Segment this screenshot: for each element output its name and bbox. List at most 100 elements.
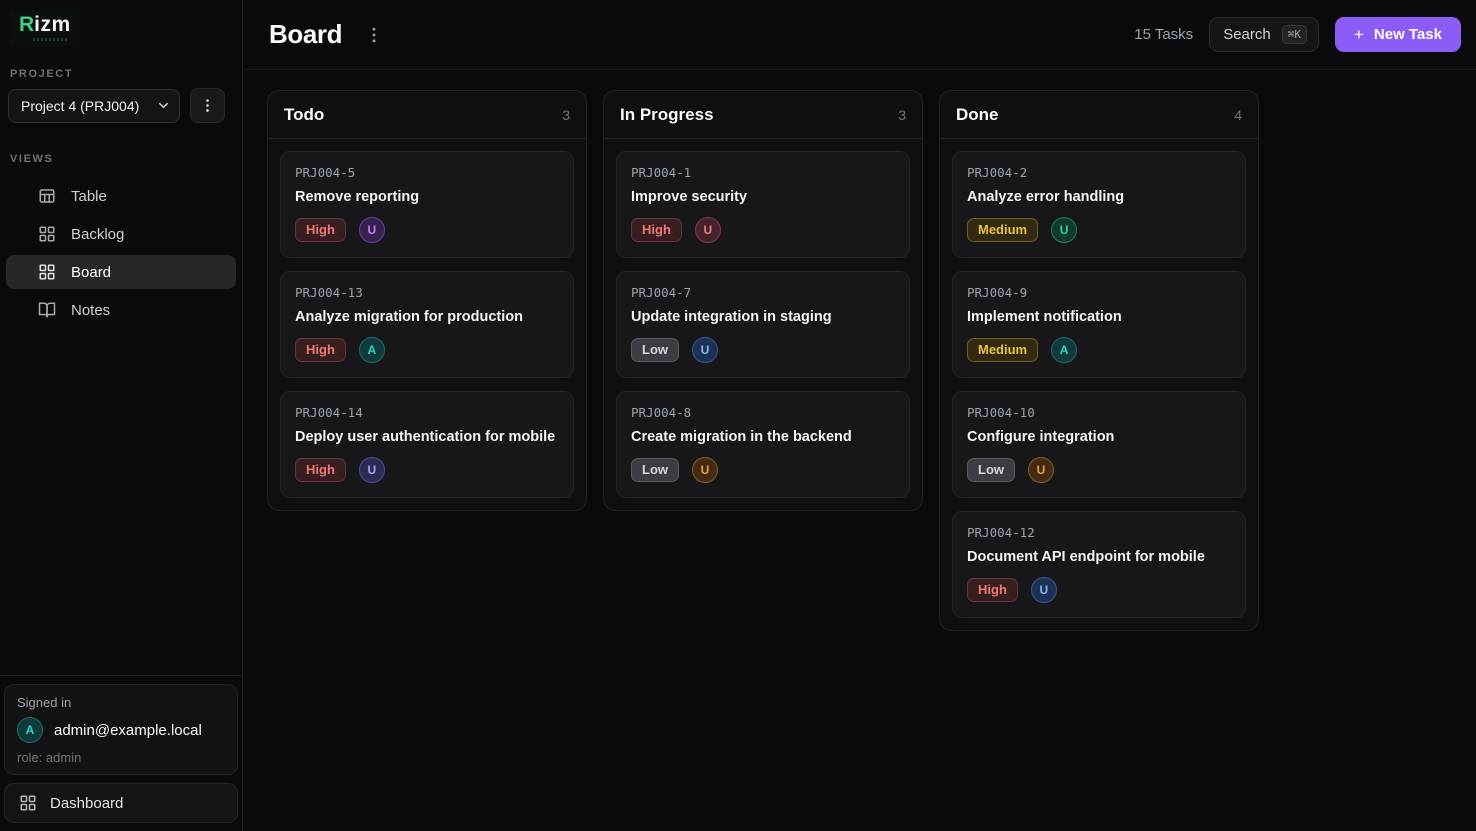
- task-title: Analyze migration for production: [295, 309, 559, 325]
- kebab-icon: [364, 25, 384, 45]
- signed-in-label: Signed in: [17, 695, 225, 710]
- task-card[interactable]: PRJ004-9 Implement notification Medium A: [952, 271, 1246, 378]
- column-title: Todo: [284, 105, 324, 125]
- task-card[interactable]: PRJ004-2 Analyze error handling Medium U: [952, 151, 1246, 258]
- priority-badge: Medium: [967, 338, 1038, 362]
- search-button[interactable]: Search ⌘K: [1209, 17, 1319, 52]
- priority-badge: High: [295, 218, 346, 242]
- dashboard-button[interactable]: Dashboard: [4, 783, 238, 823]
- grid-icon: [38, 225, 56, 243]
- task-title: Analyze error handling: [967, 189, 1231, 205]
- search-shortcut-kbd: ⌘K: [1282, 25, 1307, 44]
- page-header: Board 15 Tasks Search ⌘K + New Task: [243, 0, 1476, 70]
- sidebar-item-label: Notes: [71, 302, 110, 319]
- main-area: Board 15 Tasks Search ⌘K + New Task Todo…: [243, 0, 1476, 831]
- task-card[interactable]: PRJ004-7 Update integration in staging L…: [616, 271, 910, 378]
- task-id: PRJ004-1: [631, 165, 895, 180]
- priority-badge: Low: [631, 458, 679, 482]
- book-open-icon: [38, 301, 56, 319]
- assignee-avatar: A: [1051, 337, 1077, 363]
- sidebar-item-label: Board: [71, 264, 111, 281]
- task-title: Configure integration: [967, 429, 1231, 445]
- grid-icon: [19, 794, 37, 812]
- task-card[interactable]: PRJ004-1 Improve security High U: [616, 151, 910, 258]
- board-menu-button[interactable]: [364, 25, 384, 45]
- task-card[interactable]: PRJ004-14 Deploy user authentication for…: [280, 391, 574, 498]
- new-task-label: New Task: [1374, 26, 1442, 43]
- task-title: Document API endpoint for mobile: [967, 549, 1231, 565]
- user-role: role: admin: [17, 750, 225, 765]
- priority-badge: High: [967, 578, 1018, 602]
- sidebar-divider: [0, 675, 242, 676]
- priority-badge: High: [295, 338, 346, 362]
- search-label: Search: [1223, 26, 1271, 43]
- table-icon: [38, 187, 56, 205]
- task-card[interactable]: PRJ004-13 Analyze migration for producti…: [280, 271, 574, 378]
- project-section-label: PROJECT: [10, 68, 236, 80]
- assignee-avatar: U: [359, 457, 385, 483]
- task-id: PRJ004-9: [967, 285, 1231, 300]
- column-count: 3: [898, 107, 906, 123]
- task-title: Implement notification: [967, 309, 1231, 325]
- task-id: PRJ004-2: [967, 165, 1231, 180]
- plus-icon: +: [1354, 26, 1364, 43]
- priority-badge: High: [295, 458, 346, 482]
- assignee-avatar: U: [1051, 217, 1077, 243]
- task-id: PRJ004-8: [631, 405, 895, 420]
- column-count: 3: [562, 107, 570, 123]
- assignee-avatar: U: [695, 217, 721, 243]
- logo-subtext: [33, 38, 69, 41]
- priority-badge: High: [631, 218, 682, 242]
- assignee-avatar: U: [692, 337, 718, 363]
- task-title: Update integration in staging: [631, 309, 895, 325]
- column-in-progress: In Progress 3 PRJ004-1 Improve security …: [603, 90, 923, 511]
- task-title: Create migration in the backend: [631, 429, 895, 445]
- task-title: Improve security: [631, 189, 895, 205]
- column-title: Done: [956, 105, 999, 125]
- assignee-avatar: U: [1028, 457, 1054, 483]
- signed-in-panel: Signed in A admin@example.local role: ad…: [4, 684, 238, 775]
- task-id: PRJ004-5: [295, 165, 559, 180]
- sidebar: Rizm PROJECT Project 4 (PRJ004) VIEWS Ta…: [0, 0, 243, 831]
- sidebar-item-table[interactable]: Table: [6, 179, 236, 213]
- user-email: admin@example.local: [54, 722, 202, 739]
- task-title: Remove reporting: [295, 189, 559, 205]
- kanban-board: Todo 3 PRJ004-5 Remove reporting High U …: [243, 70, 1476, 651]
- task-id: PRJ004-10: [967, 405, 1231, 420]
- assignee-avatar: U: [692, 457, 718, 483]
- task-card[interactable]: PRJ004-10 Configure integration Low U: [952, 391, 1246, 498]
- app-logo: Rizm: [10, 10, 80, 46]
- task-id: PRJ004-13: [295, 285, 559, 300]
- task-card[interactable]: PRJ004-8 Create migration in the backend…: [616, 391, 910, 498]
- priority-badge: Medium: [967, 218, 1038, 242]
- task-count: 15 Tasks: [1134, 26, 1193, 43]
- assignee-avatar: U: [1031, 577, 1057, 603]
- assignee-avatar: A: [359, 337, 385, 363]
- assignee-avatar: U: [359, 217, 385, 243]
- column-title: In Progress: [620, 105, 714, 125]
- priority-badge: Low: [967, 458, 1015, 482]
- page-title: Board: [269, 19, 342, 50]
- sidebar-item-board[interactable]: Board: [6, 255, 236, 289]
- project-select[interactable]: Project 4 (PRJ004): [8, 89, 180, 123]
- sidebar-item-backlog[interactable]: Backlog: [6, 217, 236, 251]
- sidebar-item-label: Table: [71, 188, 107, 205]
- logo-text: izm: [34, 13, 71, 37]
- task-title: Deploy user authentication for mobile: [295, 429, 559, 445]
- grid-icon: [38, 263, 56, 281]
- user-avatar: A: [17, 717, 43, 743]
- task-id: PRJ004-12: [967, 525, 1231, 540]
- new-task-button[interactable]: + New Task: [1335, 17, 1461, 52]
- logo-letter-r: R: [19, 13, 34, 37]
- task-card[interactable]: PRJ004-5 Remove reporting High U: [280, 151, 574, 258]
- sidebar-item-label: Backlog: [71, 226, 124, 243]
- project-menu-button[interactable]: [190, 88, 225, 123]
- task-id: PRJ004-14: [295, 405, 559, 420]
- priority-badge: Low: [631, 338, 679, 362]
- column-count: 4: [1234, 107, 1242, 123]
- sidebar-item-notes[interactable]: Notes: [6, 293, 236, 327]
- views-section-label: VIEWS: [10, 153, 236, 165]
- task-card[interactable]: PRJ004-12 Document API endpoint for mobi…: [952, 511, 1246, 618]
- column-todo: Todo 3 PRJ004-5 Remove reporting High U …: [267, 90, 587, 511]
- views-nav: Table Backlog Board Notes: [6, 179, 236, 327]
